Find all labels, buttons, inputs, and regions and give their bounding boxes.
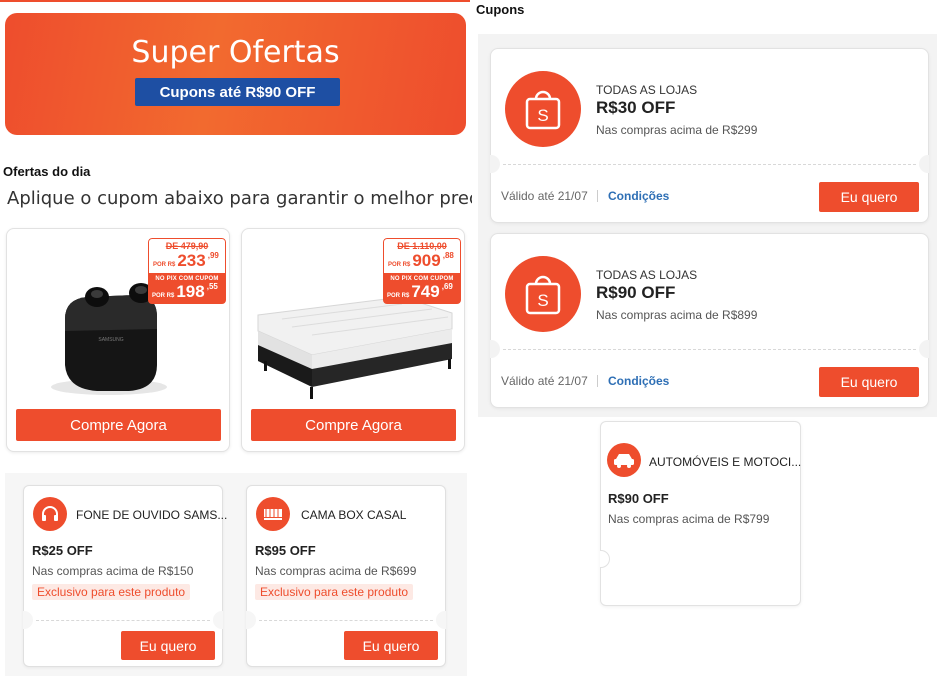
- coupon-notch: [23, 611, 33, 629]
- banner-title: Super Ofertas: [131, 35, 340, 70]
- store-coupon-90[interactable]: S TODAS AS LOJAS R$90 OFF Nas compras ac…: [490, 233, 929, 408]
- car-icon: [607, 443, 641, 477]
- price-tag: DE 1.110,00 POR R$ 909 ,88 NO PIX COM CU…: [383, 238, 461, 304]
- daily-offers-headline: Aplique o cupom abaixo para garantir o m…: [7, 188, 490, 209]
- headphones-icon: [33, 497, 67, 531]
- cupons-panel: S TODAS AS LOJAS R$30 OFF Nas compras ac…: [478, 34, 937, 417]
- coupon-condition: Nas compras acima de R$150: [32, 564, 194, 578]
- pix-price-cents: ,69: [441, 282, 453, 291]
- coupon-divider: [259, 620, 433, 621]
- svg-text:SAMSUNG: SAMSUNG: [98, 337, 123, 343]
- pix-price-value: 749: [411, 282, 440, 301]
- svg-text:S: S: [537, 106, 548, 125]
- product-coupon-earbuds[interactable]: FONE DE OUVIDO SAMS... R$25 OFF Nas comp…: [23, 485, 227, 667]
- separator: [597, 190, 598, 202]
- coupon-divider: [503, 164, 916, 165]
- original-price: DE 479,90: [165, 241, 209, 251]
- price-tag: DE 479,90 POR R$ 233 ,99 NO PIX COM CUPO…: [148, 238, 226, 304]
- pix-price-value: 198: [176, 282, 205, 301]
- coupon-value: R$30 OFF: [596, 98, 676, 117]
- price-cents: ,88: [442, 251, 454, 260]
- automotive-coupon[interactable]: AUTOMÓVEIS E MOTOCI... R$90 OFF Nas comp…: [600, 421, 801, 606]
- valid-until: Válido até 21/07: [501, 374, 588, 388]
- coupon-condition: Nas compras acima de R$299: [596, 123, 758, 137]
- price-prefix: POR R$: [388, 262, 411, 268]
- product-coupon-bed[interactable]: CAMA BOX CASAL R$95 OFF Nas compras acim…: [246, 485, 446, 667]
- price-cents: ,99: [207, 251, 219, 260]
- product-card-bed[interactable]: DE 1.110,00 POR R$ 909 ,88 NO PIX COM CU…: [241, 228, 465, 452]
- claim-coupon-button[interactable]: Eu quero: [344, 631, 438, 660]
- coupon-product-name: FONE DE OUVIDO SAMS...: [76, 508, 228, 522]
- coupon-notch: [213, 611, 223, 629]
- super-ofertas-banner[interactable]: Super Ofertas Cupons até R$90 OFF: [5, 13, 466, 135]
- coupon-value: R$90 OFF: [596, 283, 676, 302]
- coupon-scope: TODAS AS LOJAS: [596, 268, 698, 282]
- coupon-divider: [503, 349, 916, 350]
- svg-text:S: S: [537, 291, 548, 310]
- coupon-scope: TODAS AS LOJAS: [596, 83, 698, 97]
- exclusive-badge: Exclusivo para este produto: [255, 584, 414, 600]
- pix-prefix: POR R$: [387, 293, 410, 299]
- product-card-earbuds[interactable]: SAMSUNG DE 479,90 POR R$ 233 ,99 NO PIX …: [6, 228, 230, 452]
- buy-now-button[interactable]: Compre Agora: [16, 409, 221, 441]
- bed-icon: [256, 497, 290, 531]
- coupon-notch: [436, 611, 446, 629]
- price-prefix: POR R$: [153, 262, 176, 268]
- coupon-condition: Nas compras acima de R$699: [255, 564, 417, 578]
- pix-prefix: POR R$: [152, 293, 175, 299]
- buy-now-button[interactable]: Compre Agora: [251, 409, 456, 441]
- coupon-notch: [919, 155, 929, 173]
- exclusive-badge: Exclusivo para este produto: [32, 584, 191, 600]
- separator: [597, 375, 598, 387]
- coupon-notch: [246, 611, 256, 629]
- original-price: DE 1.110,00: [397, 241, 447, 251]
- coupon-divider: [36, 620, 210, 621]
- coupon-condition: Nas compras acima de R$899: [596, 308, 758, 322]
- daily-offers-label: Ofertas do dia: [3, 164, 91, 179]
- store-coupon-30[interactable]: S TODAS AS LOJAS R$30 OFF Nas compras ac…: [490, 48, 929, 223]
- coupon-notch: [600, 550, 610, 568]
- price-value: 233: [177, 251, 206, 270]
- coupon-value: R$25 OFF: [32, 543, 93, 558]
- shopping-bag-icon: S: [505, 256, 581, 332]
- coupon-notch: [490, 155, 500, 173]
- coupon-category-name: AUTOMÓVEIS E MOTOCI...: [649, 455, 802, 469]
- cupons-title: Cupons: [476, 2, 525, 17]
- valid-until: Válido até 21/07: [501, 189, 588, 203]
- top-accent-line: [0, 0, 470, 2]
- product-coupons-panel: FONE DE OUVIDO SAMS... R$25 OFF Nas comp…: [5, 473, 467, 676]
- coupon-notch: [490, 340, 500, 358]
- claim-coupon-button[interactable]: Eu quero: [819, 182, 919, 212]
- coupon-notch: [919, 340, 929, 358]
- claim-coupon-button[interactable]: Eu quero: [819, 367, 919, 397]
- coupon-condition: Nas compras acima de R$799: [608, 512, 770, 526]
- coupon-product-name: CAMA BOX CASAL: [301, 508, 407, 522]
- conditions-link[interactable]: Condições: [608, 374, 669, 388]
- coupon-value: R$95 OFF: [255, 543, 316, 558]
- banner-coupon-pill: Cupons até R$90 OFF: [135, 78, 340, 106]
- claim-coupon-button[interactable]: Eu quero: [121, 631, 215, 660]
- coupon-value: R$90 OFF: [608, 491, 669, 506]
- price-value: 909: [412, 251, 441, 270]
- shopping-bag-icon: S: [505, 71, 581, 147]
- pix-price-cents: ,55: [206, 282, 218, 291]
- conditions-link[interactable]: Condições: [608, 189, 669, 203]
